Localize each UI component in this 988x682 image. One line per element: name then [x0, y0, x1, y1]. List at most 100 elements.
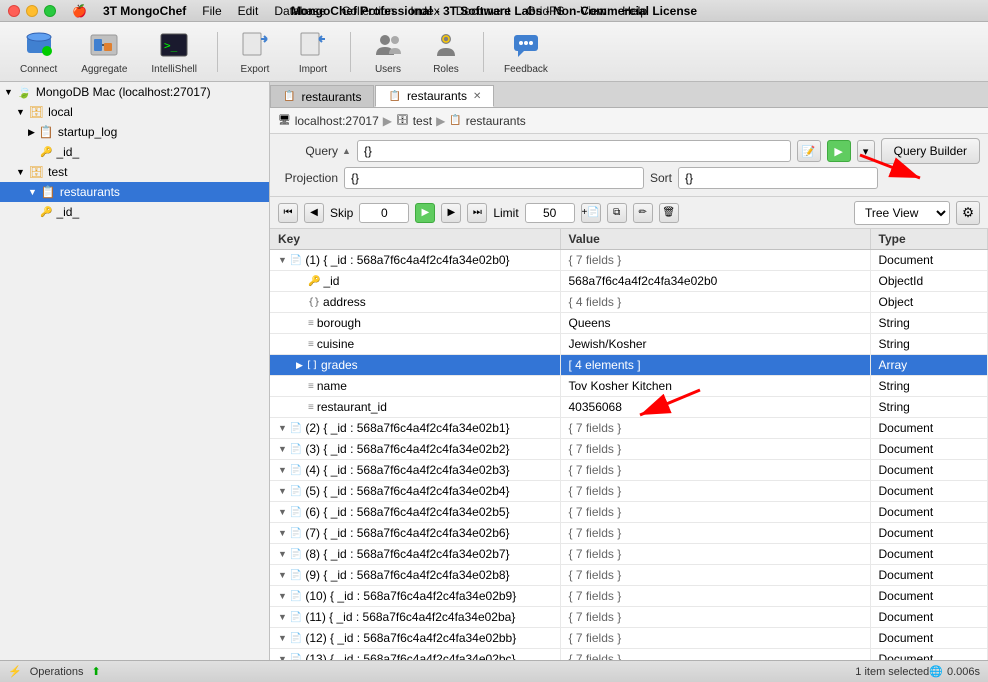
table-row[interactable]: ≡nameTov Kosher KitchenString [270, 376, 988, 397]
table-row[interactable]: ▼📄(10) { _id : 568a7f6c4a4f2c4fa34e02b9}… [270, 586, 988, 607]
query-run-dropdown[interactable]: ▾ [857, 140, 875, 162]
import-button[interactable]: Import [288, 25, 338, 79]
table-row[interactable]: ▼📄(3) { _id : 568a7f6c4a4f2c4fa34e02b2}{… [270, 439, 988, 460]
expand-icon[interactable]: ▼ [278, 633, 287, 643]
sidebar-item-startup-log[interactable]: ▶ 📋 startup_log [0, 122, 269, 142]
expand-icon[interactable]: ▼ [278, 465, 287, 475]
aggregate-label: Aggregate [81, 64, 127, 75]
edit-menu[interactable]: Edit [238, 4, 259, 18]
limit-input[interactable] [525, 203, 575, 223]
table-row[interactable]: ▼📄(9) { _id : 568a7f6c4a4f2c4fa34e02b8}{… [270, 565, 988, 586]
expand-icon[interactable]: ▼ [278, 570, 287, 580]
expand-icon[interactable]: ▼ [278, 549, 287, 559]
intellishell-button[interactable]: >_ IntelliShell [143, 25, 205, 79]
roles-button[interactable]: Roles [421, 25, 471, 79]
field-icon: 📄 [290, 591, 302, 602]
add-doc-button[interactable]: +📄 [581, 203, 601, 223]
minimize-button[interactable] [26, 5, 38, 17]
col-header-value: Value [560, 229, 870, 250]
tab-restaurants-2[interactable]: 📋 restaurants ✕ [375, 85, 494, 107]
apple-menu[interactable]: 🍎 [72, 4, 87, 18]
table-row[interactable]: ▼📄(5) { _id : 568a7f6c4a4f2c4fa34e02b4}{… [270, 481, 988, 502]
nav-next-button[interactable]: ▶ [441, 203, 461, 223]
nav-run-button[interactable]: ▶ [415, 203, 435, 223]
query-run-button[interactable]: ▶ [827, 140, 851, 162]
type-cell: Document [870, 418, 988, 439]
value-cell: { 7 fields } [560, 439, 870, 460]
query-input[interactable] [357, 140, 791, 162]
export-button[interactable]: Export [230, 25, 280, 79]
expand-icon[interactable]: ▼ [278, 528, 287, 538]
expand-icon[interactable]: ▼ [278, 591, 287, 601]
view-select[interactable]: Tree View Table View JSON View [854, 201, 950, 225]
statusbar-upload-icon[interactable]: ⬆ [92, 665, 101, 678]
tab-restaurants-1[interactable]: 📋 restaurants [270, 85, 374, 107]
close-button[interactable] [8, 5, 20, 17]
index-icon: 🔑 [40, 207, 52, 218]
table-row[interactable]: ▼📄(8) { _id : 568a7f6c4a4f2c4fa34e02b7}{… [270, 544, 988, 565]
query-builder-button[interactable]: Query Builder [881, 138, 980, 164]
users-button[interactable]: Users [363, 25, 413, 79]
maximize-button[interactable] [44, 5, 56, 17]
file-menu[interactable]: File [202, 4, 221, 18]
table-settings-button[interactable]: ⚙ [956, 201, 980, 225]
projection-input[interactable] [344, 167, 644, 189]
query-edit-button[interactable]: 📝 [797, 140, 821, 162]
app-menu[interactable]: 3T MongoChef [103, 4, 186, 18]
table-row[interactable]: ▼📄(13) { _id : 568a7f6c4a4f2c4fa34e02bc}… [270, 649, 988, 661]
chevron-down-icon: ▼ [16, 107, 25, 117]
sort-input[interactable] [678, 167, 878, 189]
table-row[interactable]: ▼📄(2) { _id : 568a7f6c4a4f2c4fa34e02b1}{… [270, 418, 988, 439]
nav-prev-button[interactable]: ◀ [304, 203, 324, 223]
query-area: Query ▲ 📝 ▶ ▾ Query Builder Projection S… [270, 134, 988, 197]
sidebar-item-test[interactable]: ▼ 🗄 test [0, 162, 269, 182]
field-icon: [] [306, 360, 318, 371]
field-icon: ≡ [308, 339, 314, 350]
skip-input[interactable] [359, 203, 409, 223]
clone-doc-button[interactable]: ⧉ [607, 203, 627, 223]
expand-icon[interactable]: ▼ [278, 486, 287, 496]
table-row[interactable]: ≡boroughQueensString [270, 313, 988, 334]
statusbar-center: 1 item selected [855, 666, 929, 678]
expand-icon[interactable]: ▼ [278, 444, 287, 454]
connect-button[interactable]: Connect [12, 25, 65, 79]
table-row[interactable]: ▼📄(12) { _id : 568a7f6c4a4f2c4fa34e02bb}… [270, 628, 988, 649]
table-row[interactable]: ≡restaurant_id40356068String [270, 397, 988, 418]
feedback-button[interactable]: Feedback [496, 25, 556, 79]
expand-icon[interactable]: ▶ [296, 360, 303, 371]
sidebar-item-restaurants-id[interactable]: 🔑 _id_ [0, 202, 269, 222]
expand-icon[interactable]: ▼ [278, 507, 287, 517]
table-row[interactable]: ▼📄(4) { _id : 568a7f6c4a4f2c4fa34e02b3}{… [270, 460, 988, 481]
toolbar: Connect Aggregate >_ IntelliShell [0, 22, 988, 82]
sidebar-item-local[interactable]: ▼ 🗄 local [0, 102, 269, 122]
tab-close-button[interactable]: ✕ [473, 91, 481, 102]
field-icon: 📄 [290, 423, 302, 434]
aggregate-button[interactable]: Aggregate [73, 25, 135, 79]
type-cell: String [870, 334, 988, 355]
delete-doc-button[interactable]: 🗑 [659, 203, 679, 223]
edit-doc-button[interactable]: ✏ [633, 203, 653, 223]
sidebar-item-restaurants[interactable]: ▼ 📋 restaurants [0, 182, 269, 202]
nav-first-button[interactable]: ⏮ [278, 203, 298, 223]
table-row[interactable]: ▼📄(7) { _id : 568a7f6c4a4f2c4fa34e02b6}{… [270, 523, 988, 544]
col-header-type: Type [870, 229, 988, 250]
breadcrumb: 🖥 localhost:27017 ▶ 🗄 test ▶ 📋 restauran… [270, 108, 988, 134]
nav-last-button[interactable]: ⏭ [467, 203, 487, 223]
table-row[interactable]: ▼📄(11) { _id : 568a7f6c4a4f2c4fa34e02ba}… [270, 607, 988, 628]
table-row[interactable]: 🔑_id568a7f6c4a4f2c4fa34e02b0ObjectId [270, 271, 988, 292]
expand-icon[interactable]: ▼ [278, 654, 287, 660]
sidebar-item-startup-id[interactable]: 🔑 _id_ [0, 142, 269, 162]
table-row[interactable]: ▼📄(6) { _id : 568a7f6c4a4f2c4fa34e02b5}{… [270, 502, 988, 523]
field-icon: {} [308, 297, 320, 308]
expand-icon[interactable]: ▼ [278, 423, 287, 433]
table-row[interactable]: ▼📄(1) { _id : 568a7f6c4a4f2c4fa34e02b0}{… [270, 250, 988, 271]
field-icon: 📄 [290, 570, 302, 581]
table-row[interactable]: ≡cuisineJewish/KosherString [270, 334, 988, 355]
expand-icon[interactable]: ▼ [278, 612, 287, 622]
sidebar-item-root[interactable]: ▼ 🍃 MongoDB Mac (localhost:27017) [0, 82, 269, 102]
table-row[interactable]: {}address{ 4 fields }Object [270, 292, 988, 313]
statusbar-left: ⚡ Operations ⬆ [8, 665, 855, 678]
key-text: (7) { _id : 568a7f6c4a4f2c4fa34e02b6} [305, 526, 509, 540]
table-row[interactable]: ▶[]grades[ 4 elements ]Array [270, 355, 988, 376]
expand-icon[interactable]: ▼ [278, 255, 287, 265]
